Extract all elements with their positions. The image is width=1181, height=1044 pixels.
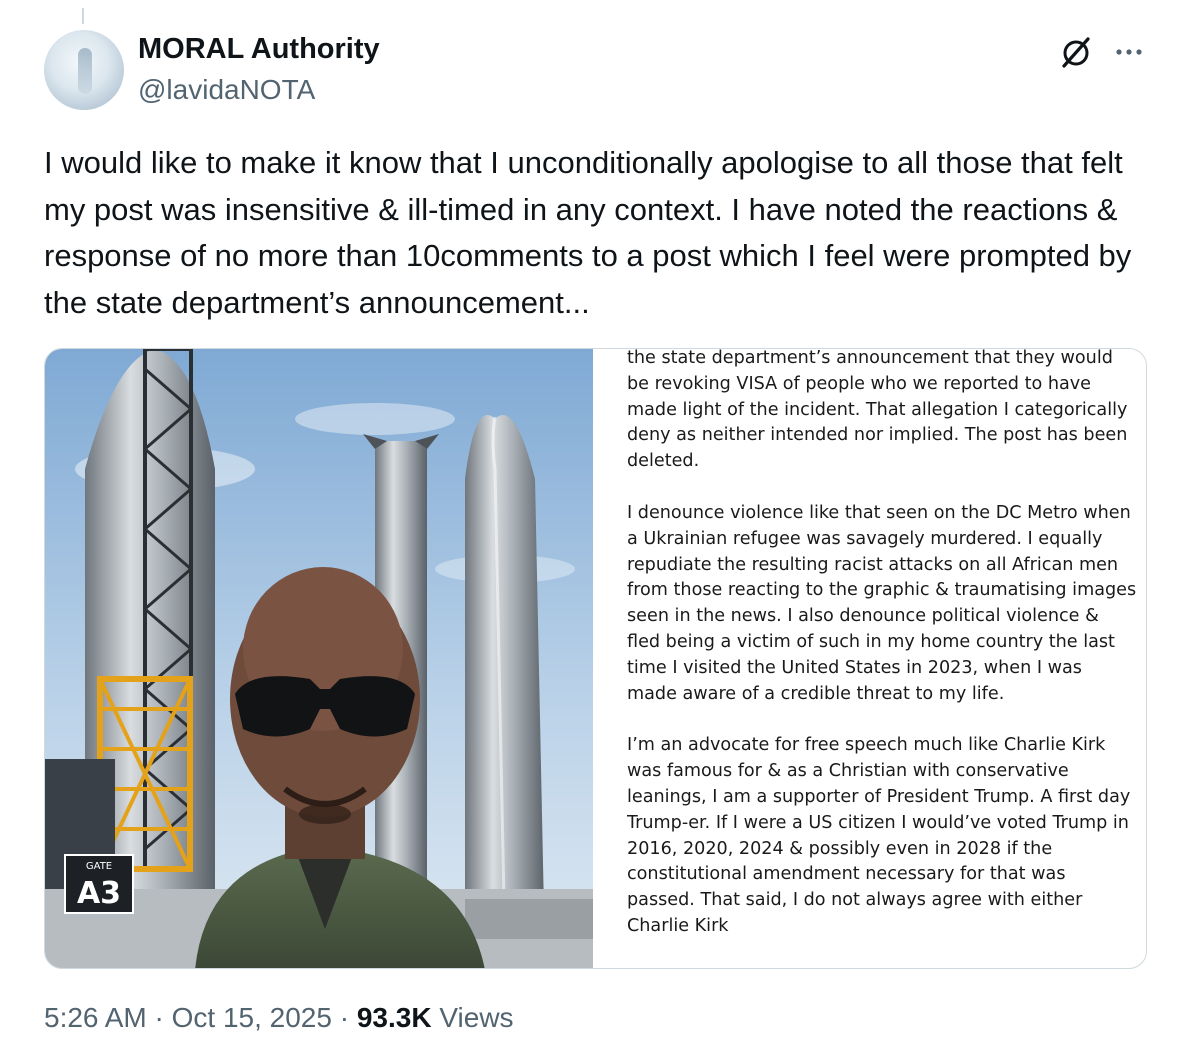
more-options-icon[interactable]	[1111, 34, 1147, 70]
thread-connector-line	[82, 8, 84, 24]
gate-number: A3	[77, 876, 121, 911]
statement-paragraph: I’m an advocate for free speech much lik…	[627, 735, 1131, 936]
tweet-time[interactable]: 5:26 AM	[44, 1002, 147, 1033]
meta-separator: ·	[154, 1002, 164, 1033]
grok-icon[interactable]	[1058, 34, 1094, 70]
tweet-date[interactable]: Oct 15, 2025	[172, 1002, 332, 1033]
tweet-media[interactable]: GATE A3 the state department’s announcem…	[44, 348, 1147, 969]
statement-paragraph: I denounce violence like that seen on th…	[627, 502, 1137, 704]
author-handle[interactable]: @lavidaNOTA	[138, 74, 315, 106]
views-label: Views	[439, 1002, 514, 1033]
gate-label: GATE	[86, 861, 112, 872]
statement-paragraph: the state department’s announcement that…	[627, 349, 1128, 472]
meta-separator: ·	[339, 1002, 350, 1033]
screenshot-statement: the state department’s announcement that…	[627, 349, 1137, 968]
author-display-name[interactable]: MORAL Authority	[138, 33, 380, 66]
avatar[interactable]	[44, 30, 124, 110]
tweet-meta: 5:26 AM · Oct 15, 2025 · 93.3K Views	[44, 1002, 514, 1034]
selfie-photo[interactable]: GATE A3	[45, 349, 593, 969]
tweet-text: I would like to make it know that I unco…	[44, 145, 1132, 320]
views-count[interactable]: 93.3K	[357, 1002, 432, 1033]
